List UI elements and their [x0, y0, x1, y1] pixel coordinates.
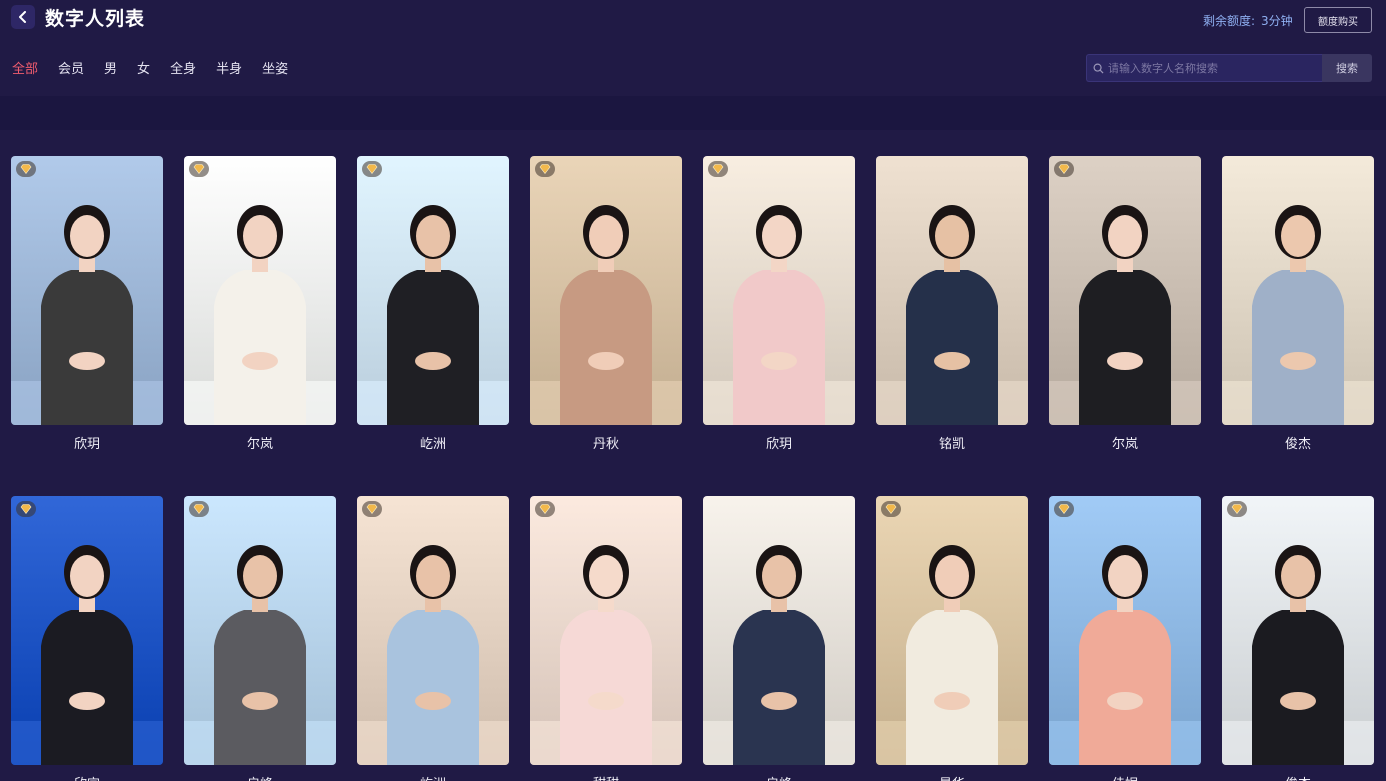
- avatar-portrait: [530, 496, 682, 765]
- avatar-portrait: [876, 496, 1028, 765]
- avatar-card[interactable]: 俊杰: [1222, 496, 1374, 781]
- avatar-name: 欣玥: [73, 437, 100, 452]
- vip-diamond-icon: [189, 501, 209, 517]
- avatar-portrait: [1049, 156, 1201, 425]
- avatar-name: 启峰: [184, 773, 336, 781]
- avatar-thumbnail[interactable]: [1222, 156, 1374, 425]
- avatar-name: 尔岚: [246, 437, 273, 452]
- avatar-thumbnail[interactable]: [184, 156, 336, 425]
- avatar-name: 屹洲: [357, 773, 509, 781]
- avatar-thumbnail[interactable]: [876, 156, 1028, 425]
- vip-diamond-icon: [1227, 501, 1247, 517]
- avatar-card[interactable]: 曼华: [876, 496, 1028, 781]
- vip-diamond-icon: [16, 501, 36, 517]
- filter-tab[interactable]: 半身: [216, 58, 242, 77]
- chevron-left-icon: [19, 11, 26, 23]
- avatar-name: 甜甜: [530, 773, 682, 781]
- avatar-portrait: [1222, 156, 1374, 425]
- search-button[interactable]: 搜索: [1322, 54, 1372, 82]
- top-bar: 数字人列表 剩余额度: 3分钟 额度购买: [0, 0, 1386, 38]
- search-input[interactable]: [1108, 61, 1313, 75]
- filter-tab[interactable]: 男: [104, 58, 117, 77]
- avatar-portrait: [11, 156, 163, 425]
- vip-diamond-icon: [189, 161, 209, 177]
- avatar-thumbnail[interactable]: [703, 496, 855, 765]
- filter-tabs: 全部 会员 男 女 全身 半身 坐姿: [12, 58, 308, 77]
- avatar-name: 欣玥: [765, 437, 792, 452]
- vip-diamond-icon: [881, 501, 901, 517]
- avatar-thumbnail[interactable]: [876, 496, 1028, 765]
- avatar-portrait: [530, 156, 682, 425]
- vip-diamond-icon: [535, 501, 555, 517]
- vip-diamond-icon: [362, 161, 382, 177]
- avatar-card[interactable]: 屹洲: [357, 496, 509, 781]
- avatar-thumbnail[interactable]: [1222, 496, 1374, 765]
- avatar-card[interactable]: 启峰: [703, 496, 855, 781]
- avatar-name: 佳妮: [1049, 773, 1201, 781]
- avatar-thumbnail[interactable]: [1049, 496, 1201, 765]
- search-icon: [1093, 63, 1104, 74]
- vip-diamond-icon: [16, 161, 36, 177]
- avatar-name: 丹秋: [592, 437, 619, 452]
- avatar-thumbnail[interactable]: [357, 156, 509, 425]
- vip-diamond-icon: [708, 161, 728, 177]
- avatar-grid: 欣玥尔岚屹洲丹秋欣玥铭凯尔岚俊杰欣宜启峰屹洲甜甜启峰曼华佳妮俊杰: [11, 156, 1374, 781]
- filter-tab[interactable]: 女: [137, 58, 150, 77]
- avatar-portrait: [703, 496, 855, 765]
- avatar-thumbnail[interactable]: [11, 496, 163, 765]
- avatar-card[interactable]: 铭凯: [876, 156, 1028, 452]
- avatar-thumbnail[interactable]: [357, 496, 509, 765]
- avatar-name: 曼华: [876, 773, 1028, 781]
- avatar-thumbnail[interactable]: [530, 496, 682, 765]
- vip-diamond-icon: [535, 161, 555, 177]
- search-box: [1086, 54, 1322, 82]
- filter-tab[interactable]: 全部: [12, 58, 38, 77]
- quota-label: 剩余额度:: [1203, 14, 1256, 28]
- avatar-card[interactable]: 欣玥: [703, 156, 855, 452]
- section-divider: [0, 96, 1386, 130]
- avatar-thumbnail[interactable]: [11, 156, 163, 425]
- filter-tab[interactable]: 坐姿: [262, 58, 288, 77]
- avatar-name: 屹洲: [419, 437, 446, 452]
- quota-info: 剩余额度: 3分钟: [1203, 12, 1293, 29]
- avatar-thumbnail[interactable]: [530, 156, 682, 425]
- avatar-card[interactable]: 俊杰: [1222, 156, 1374, 452]
- avatar-portrait: [357, 496, 509, 765]
- avatar-portrait: [1222, 496, 1374, 765]
- avatar-portrait: [184, 496, 336, 765]
- avatar-card[interactable]: 佳妮: [1049, 496, 1201, 781]
- buy-quota-button[interactable]: 额度购买: [1304, 7, 1372, 33]
- avatar-portrait: [1049, 496, 1201, 765]
- avatar-portrait: [11, 496, 163, 765]
- avatar-card[interactable]: 丹秋: [530, 156, 682, 452]
- filter-tab[interactable]: 会员: [58, 58, 84, 77]
- avatar-card[interactable]: 欣玥: [11, 156, 163, 452]
- avatar-card[interactable]: 屹洲: [357, 156, 509, 452]
- avatar-portrait: [184, 156, 336, 425]
- avatar-name: 尔岚: [1111, 437, 1138, 452]
- avatar-thumbnail[interactable]: [184, 496, 336, 765]
- page-title: 数字人列表: [45, 8, 146, 30]
- avatar-name: 启峰: [703, 773, 855, 781]
- avatar-card[interactable]: 尔岚: [184, 156, 336, 452]
- avatar-card[interactable]: 欣宜: [11, 496, 163, 781]
- vip-diamond-icon: [1054, 161, 1074, 177]
- avatar-thumbnail[interactable]: [703, 156, 855, 425]
- avatar-name: 俊杰: [1284, 437, 1311, 452]
- avatar-card[interactable]: 启峰: [184, 496, 336, 781]
- avatar-portrait: [357, 156, 509, 425]
- avatar-card[interactable]: 尔岚: [1049, 156, 1201, 452]
- back-button[interactable]: [11, 5, 35, 29]
- vip-diamond-icon: [362, 501, 382, 517]
- avatar-name: 俊杰: [1222, 773, 1374, 781]
- avatar-thumbnail[interactable]: [1049, 156, 1201, 425]
- avatar-name: 铭凯: [938, 437, 965, 452]
- avatar-portrait: [703, 156, 855, 425]
- avatar-card[interactable]: 甜甜: [530, 496, 682, 781]
- quota-value: 3分钟: [1261, 14, 1293, 28]
- avatar-name: 欣宜: [11, 773, 163, 781]
- avatar-portrait: [876, 156, 1028, 425]
- vip-diamond-icon: [1054, 501, 1074, 517]
- filter-tab[interactable]: 全身: [170, 58, 196, 77]
